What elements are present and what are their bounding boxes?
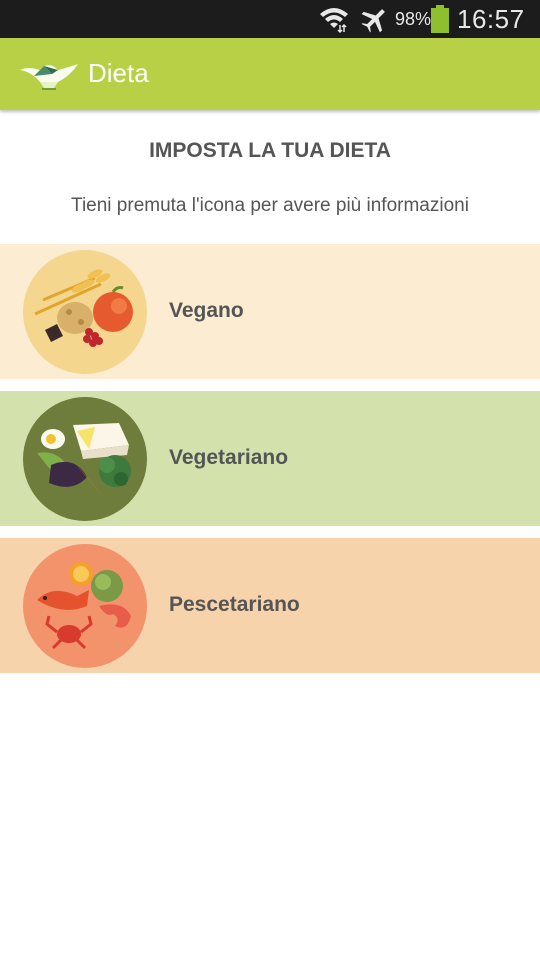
page-title: IMPOSTA LA TUA DIETA bbox=[149, 139, 391, 162]
pescatarian-food-icon[interactable] bbox=[23, 544, 147, 668]
battery-icon bbox=[431, 5, 449, 33]
diet-item-pescatarian[interactable]: Pescetariano bbox=[0, 538, 540, 673]
diet-label-vegetarian: Vegetariano bbox=[169, 446, 289, 469]
airplane-mode-icon bbox=[361, 9, 385, 33]
diet-label-vegan: Vegano bbox=[169, 299, 244, 322]
app-title: Dieta bbox=[88, 58, 149, 88]
wifi-icon bbox=[320, 8, 348, 33]
vegan-food-icon[interactable] bbox=[23, 250, 147, 374]
clock: 16:57 bbox=[457, 4, 525, 34]
diet-item-vegan[interactable]: Vegano bbox=[0, 244, 540, 379]
page-subtitle: Tieni premuta l'icona per avere più info… bbox=[71, 195, 469, 216]
lamp-logo-icon[interactable] bbox=[18, 56, 80, 92]
vegetarian-food-icon[interactable] bbox=[23, 397, 147, 521]
diet-item-vegetarian[interactable]: Vegetariano bbox=[0, 391, 540, 526]
battery-percent: 98% bbox=[395, 9, 432, 29]
status-bar: 98% 16:57 bbox=[0, 0, 540, 38]
diet-label-pescatarian: Pescetariano bbox=[169, 593, 300, 616]
action-bar: Dieta bbox=[0, 38, 540, 110]
